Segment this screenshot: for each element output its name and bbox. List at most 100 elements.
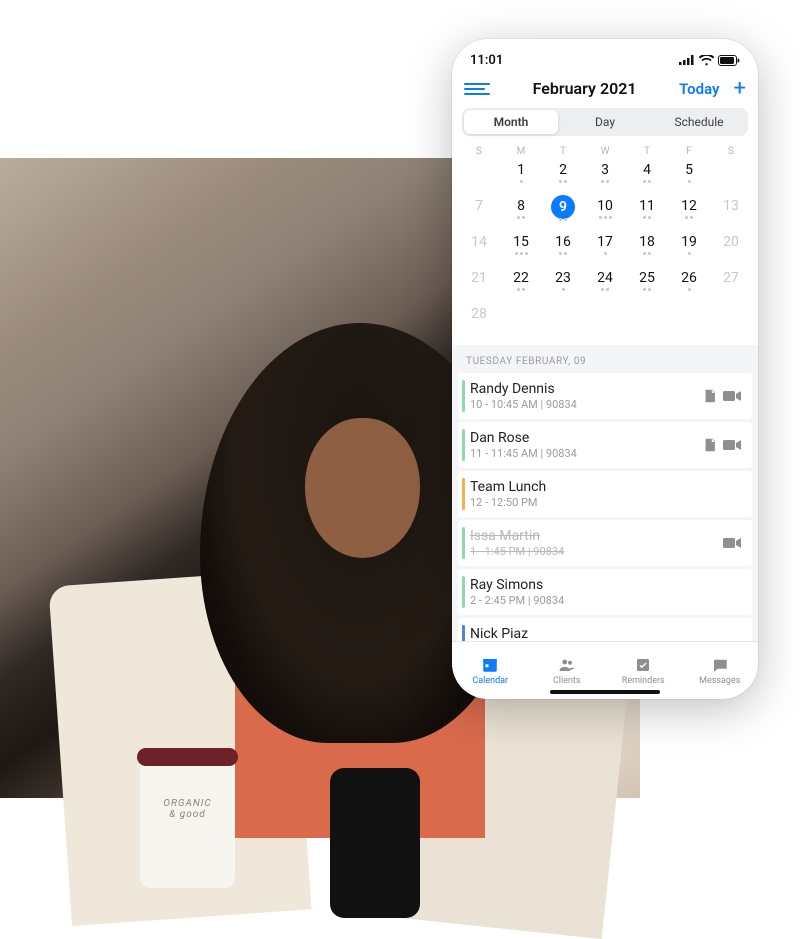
calendar-day[interactable]: 22 bbox=[500, 267, 542, 301]
event-dots bbox=[559, 180, 567, 183]
weekday-label: W bbox=[584, 144, 626, 159]
appointment-item[interactable]: Issa Martin1 - 1:45 PM | 90834 bbox=[458, 520, 752, 566]
calendar-day[interactable]: 4 bbox=[626, 159, 668, 193]
appointment-color-bar bbox=[462, 625, 465, 641]
event-dots bbox=[601, 180, 609, 183]
event-dots bbox=[643, 288, 651, 291]
segment-day[interactable]: Day bbox=[558, 110, 652, 134]
calendar-day bbox=[668, 303, 710, 337]
calendar-day bbox=[584, 303, 626, 337]
appointment-item[interactable]: Team Lunch12 - 12:50 PM bbox=[458, 471, 752, 517]
add-button[interactable]: + bbox=[734, 80, 746, 98]
event-dots bbox=[643, 216, 651, 219]
appointment-list: TUESDAY FEBRUARY, 09 Randy Dennis10 - 10… bbox=[452, 345, 758, 641]
calendar-day[interactable]: 23 bbox=[542, 267, 584, 301]
event-dots bbox=[559, 252, 567, 255]
calendar-day bbox=[710, 159, 752, 193]
calendar-day[interactable]: 17 bbox=[584, 231, 626, 265]
calendar-day-number: 9 bbox=[551, 195, 575, 219]
weekday-label: S bbox=[710, 144, 752, 159]
calendar-day-number: 21 bbox=[471, 267, 487, 289]
calendar-day[interactable]: 13 bbox=[710, 195, 752, 229]
appointment-time: 10 - 10:45 AM | 90834 bbox=[470, 398, 704, 411]
calendar-day[interactable]: 24 bbox=[584, 267, 626, 301]
appointment-time: 1 - 1:45 PM | 90834 bbox=[470, 545, 722, 558]
calendar-day[interactable]: 10 bbox=[584, 195, 626, 229]
event-dots bbox=[604, 252, 607, 255]
battery-icon bbox=[718, 55, 740, 66]
calendar-day[interactable]: 7 bbox=[458, 195, 500, 229]
calendar-day[interactable]: 12 bbox=[668, 195, 710, 229]
segment-schedule[interactable]: Schedule bbox=[652, 110, 746, 134]
weekday-label: M bbox=[500, 144, 542, 159]
event-dots bbox=[520, 180, 523, 183]
calendar-day-number: 23 bbox=[555, 267, 571, 289]
calendar-day[interactable]: 25 bbox=[626, 267, 668, 301]
calendar-day[interactable]: 15 bbox=[500, 231, 542, 265]
calendar-day-number: 16 bbox=[555, 231, 571, 253]
appointment-item[interactable]: Dan Rose11 - 11:45 AM | 90834 bbox=[458, 422, 752, 468]
calendar-day[interactable]: 11 bbox=[626, 195, 668, 229]
calendar-day bbox=[542, 303, 584, 337]
messages-icon bbox=[711, 656, 729, 674]
calendar-day[interactable]: 16 bbox=[542, 231, 584, 265]
appointment-color-bar bbox=[462, 478, 465, 510]
calendar-day-number: 28 bbox=[471, 303, 487, 325]
phone-frame: 11:01 February 2021 Today + Month Day Sc… bbox=[452, 39, 758, 699]
top-bar: February 2021 Today + bbox=[452, 73, 758, 104]
today-button[interactable]: Today bbox=[679, 80, 719, 98]
calendar-day-number: 26 bbox=[681, 267, 697, 289]
event-dots bbox=[599, 216, 612, 219]
segment-month[interactable]: Month bbox=[464, 110, 558, 134]
event-dots bbox=[685, 216, 693, 219]
tab-messages[interactable]: Messages bbox=[682, 642, 759, 699]
appointment-color-bar bbox=[462, 429, 465, 461]
calendar-day[interactable]: 14 bbox=[458, 231, 500, 265]
calendar-day[interactable]: 20 bbox=[710, 231, 752, 265]
weekday-row: SMTWTFS bbox=[452, 144, 758, 159]
calendar-day-number: 25 bbox=[639, 267, 655, 289]
appointment-actions bbox=[704, 438, 742, 452]
calendar-day[interactable]: 2 bbox=[542, 159, 584, 193]
appointment-color-bar bbox=[462, 576, 465, 608]
tab-label: Reminders bbox=[622, 676, 665, 686]
calendar-day-number: 10 bbox=[597, 195, 613, 217]
appointment-item[interactable]: Randy Dennis10 - 10:45 AM | 90834 bbox=[458, 373, 752, 419]
appointment-item[interactable]: Ray Simons2 - 2:45 PM | 90834 bbox=[458, 569, 752, 615]
calendar-day[interactable]: 26 bbox=[668, 267, 710, 301]
menu-icon[interactable] bbox=[464, 83, 490, 95]
calendar-day-number: 19 bbox=[681, 231, 697, 253]
calendar-day bbox=[458, 159, 500, 193]
weekday-label: T bbox=[542, 144, 584, 159]
event-dots bbox=[643, 252, 651, 255]
page-title: February 2021 bbox=[498, 79, 671, 98]
appointment-name: Randy Dennis bbox=[470, 381, 704, 397]
calendar-day[interactable]: 27 bbox=[710, 267, 752, 301]
calendar-day[interactable]: 9 bbox=[542, 195, 584, 229]
calendar-day[interactable]: 28 bbox=[458, 303, 500, 337]
calendar-day[interactable]: 8 bbox=[500, 195, 542, 229]
appointment-color-bar bbox=[462, 380, 465, 412]
calendar-day[interactable]: 19 bbox=[668, 231, 710, 265]
clients-icon bbox=[558, 656, 576, 674]
clock: 11:01 bbox=[470, 53, 503, 68]
event-dots bbox=[688, 288, 691, 291]
calendar-day[interactable]: 21 bbox=[458, 267, 500, 301]
appointment-name: Dan Rose bbox=[470, 430, 704, 446]
home-indicator[interactable] bbox=[550, 690, 660, 694]
weekday-label: T bbox=[626, 144, 668, 159]
status-bar: 11:01 bbox=[452, 39, 758, 73]
calendar-day-number: 14 bbox=[471, 231, 487, 253]
video-icon bbox=[722, 389, 742, 403]
calendar-icon bbox=[481, 656, 499, 674]
event-dots bbox=[517, 288, 525, 291]
appointment-name: Team Lunch bbox=[470, 479, 742, 495]
calendar-day[interactable]: 1 bbox=[500, 159, 542, 193]
weekday-label: F bbox=[668, 144, 710, 159]
calendar-day[interactable]: 18 bbox=[626, 231, 668, 265]
calendar-day[interactable]: 3 bbox=[584, 159, 626, 193]
appointment-item[interactable]: Nick Piaz bbox=[458, 618, 752, 641]
event-dots bbox=[643, 180, 651, 183]
calendar-day-number: 12 bbox=[681, 195, 697, 217]
calendar-day[interactable]: 5 bbox=[668, 159, 710, 193]
